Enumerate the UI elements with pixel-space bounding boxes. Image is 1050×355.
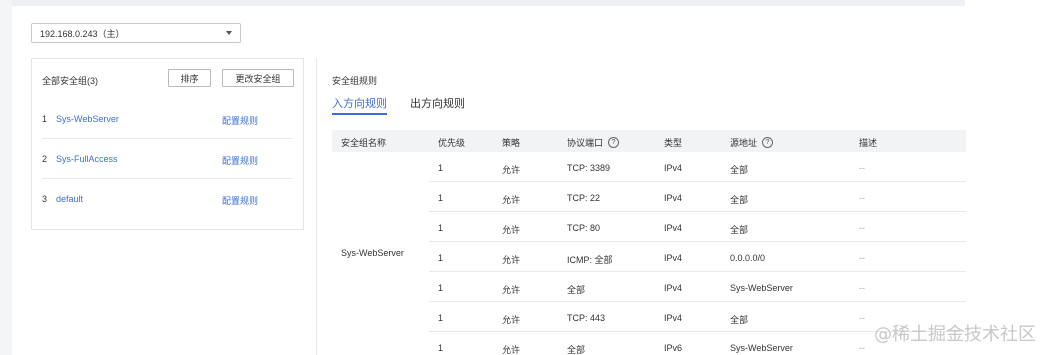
column-header-port-label: 协议端口 xyxy=(567,138,604,148)
tab-inbound-rules[interactable]: 入方向规则 xyxy=(332,95,387,115)
column-header-group: 安全组名称 xyxy=(341,136,386,149)
cell-type: IPv4 xyxy=(664,193,683,203)
group-name-link[interactable]: Sys-WebServer xyxy=(56,114,119,124)
table-header: 安全组名称 优先级 策略 协议端口? 类型 源地址? 描述 xyxy=(332,130,966,152)
cell-port: TCP: 22 xyxy=(567,193,601,203)
cell-type: IPv4 xyxy=(664,253,683,263)
cell-policy: 允许 xyxy=(502,195,521,205)
cell-source: Sys-WebServer xyxy=(730,343,793,353)
cell-source: 全部 xyxy=(730,315,749,325)
merged-group-name: Sys-WebServer xyxy=(341,248,404,258)
cell-policy: 允许 xyxy=(502,165,521,175)
cell-type: IPv4 xyxy=(664,163,683,173)
cell-type: IPv4 xyxy=(664,283,683,293)
column-header-policy: 策略 xyxy=(502,136,520,149)
cell-source: 全部 xyxy=(730,165,749,175)
group-name-link[interactable]: Sys-FullAccess xyxy=(56,154,118,164)
table-row: 1 允许 ICMP: 全部 IPv4 0.0.0.0/0 -- xyxy=(429,242,966,272)
cell-priority: 1 xyxy=(438,343,444,353)
column-header-group-label: 安全组名称 xyxy=(341,138,387,148)
cell-type: IPv6 xyxy=(664,343,683,353)
security-group-rules: 安全组规则 入方向规则 出方向规则 安全组名称 优先级 策略 协议端口? 类型 … xyxy=(316,58,966,355)
cell-source: 全部 xyxy=(730,195,749,205)
table-row: 1 允许 TCP: 3389 IPv4 全部 -- xyxy=(429,152,966,182)
column-header-source: 源地址? xyxy=(730,136,774,149)
cell-desc: -- xyxy=(859,193,865,203)
column-header-source-label: 源地址 xyxy=(730,138,758,148)
cell-priority: 1 xyxy=(438,223,444,233)
configure-rules-link[interactable]: 配置规则 xyxy=(222,114,258,127)
cell-priority: 1 xyxy=(438,193,444,203)
configure-rules-link[interactable]: 配置规则 xyxy=(222,154,258,167)
rules-title: 安全组规则 xyxy=(332,76,378,86)
top-strip xyxy=(0,0,965,6)
instance-selector-value: 192.168.0.243（主） xyxy=(40,28,125,39)
cell-desc: -- xyxy=(859,253,865,263)
column-header-type-label: 类型 xyxy=(664,138,683,148)
cell-policy: 允许 xyxy=(502,285,521,295)
column-header-priority-label: 优先级 xyxy=(438,138,466,148)
cell-priority: 1 xyxy=(438,253,444,263)
cell-port: 全部 xyxy=(567,345,586,355)
cell-desc: -- xyxy=(859,313,865,323)
cell-port: TCP: 80 xyxy=(567,223,601,233)
cell-type: IPv4 xyxy=(664,313,683,323)
list-item: 1 Sys-WebServer 配置规则 xyxy=(42,99,292,139)
group-index: 2 xyxy=(42,154,48,164)
column-header-policy-label: 策略 xyxy=(502,138,521,148)
security-group-count-title: 全部安全组(3) xyxy=(42,76,98,86)
left-edge xyxy=(0,0,12,355)
cell-desc: -- xyxy=(859,223,865,233)
cell-desc: -- xyxy=(859,283,865,293)
list-item: 3 default 配置规则 xyxy=(42,179,292,219)
cell-source: 0.0.0.0/0 xyxy=(730,253,766,263)
security-group-panel: 全部安全组(3) 排序 更改安全组 1 Sys-WebServer 配置规则 2… xyxy=(31,58,304,230)
watermark: @稀土掘金技术社区 xyxy=(874,324,1036,345)
column-header-desc-label: 描述 xyxy=(859,138,878,148)
cell-desc: -- xyxy=(859,343,865,353)
group-index: 3 xyxy=(42,194,48,204)
help-icon[interactable]: ? xyxy=(762,137,774,148)
cell-policy: 允许 xyxy=(502,225,521,235)
chevron-down-icon[interactable] xyxy=(226,31,232,35)
cell-port: TCP: 3389 xyxy=(567,163,611,173)
cell-port: TCP: 443 xyxy=(567,313,606,323)
cell-source: Sys-WebServer xyxy=(730,283,793,293)
cell-priority: 1 xyxy=(438,313,444,323)
security-group-panel-header: 全部安全组(3) 排序 更改安全组 xyxy=(32,59,303,97)
list-item: 2 Sys-FullAccess 配置规则 xyxy=(42,139,292,179)
cell-port: ICMP: 全部 xyxy=(567,255,613,265)
cell-source: 全部 xyxy=(730,225,749,235)
cell-port: 全部 xyxy=(567,285,586,295)
column-header-port: 协议端口? xyxy=(567,136,620,149)
change-security-group-button[interactable]: 更改安全组 xyxy=(222,69,294,87)
column-header-desc: 描述 xyxy=(859,136,877,149)
help-icon[interactable]: ? xyxy=(608,137,620,148)
group-index: 1 xyxy=(42,114,48,124)
cell-policy: 允许 xyxy=(502,345,521,355)
cell-desc: -- xyxy=(859,163,865,173)
cell-policy: 允许 xyxy=(502,315,521,325)
column-header-priority: 优先级 xyxy=(438,136,465,149)
group-name-link[interactable]: default xyxy=(56,194,83,204)
configure-rules-link[interactable]: 配置规则 xyxy=(222,194,258,207)
cell-priority: 1 xyxy=(438,163,444,173)
cell-type: IPv4 xyxy=(664,223,683,233)
sort-button[interactable]: 排序 xyxy=(168,69,211,87)
table-row: 1 允许 全部 IPv4 Sys-WebServer -- xyxy=(429,272,966,302)
instance-selector[interactable]: 192.168.0.243（主） xyxy=(31,23,241,43)
column-header-type: 类型 xyxy=(664,136,682,149)
cell-priority: 1 xyxy=(438,283,444,293)
tab-outbound-rules[interactable]: 出方向规则 xyxy=(410,95,465,115)
cell-policy: 允许 xyxy=(502,255,521,265)
table-row: 1 允许 TCP: 80 IPv4 全部 -- xyxy=(429,212,966,242)
table-row: 1 允许 TCP: 22 IPv4 全部 -- xyxy=(429,182,966,212)
